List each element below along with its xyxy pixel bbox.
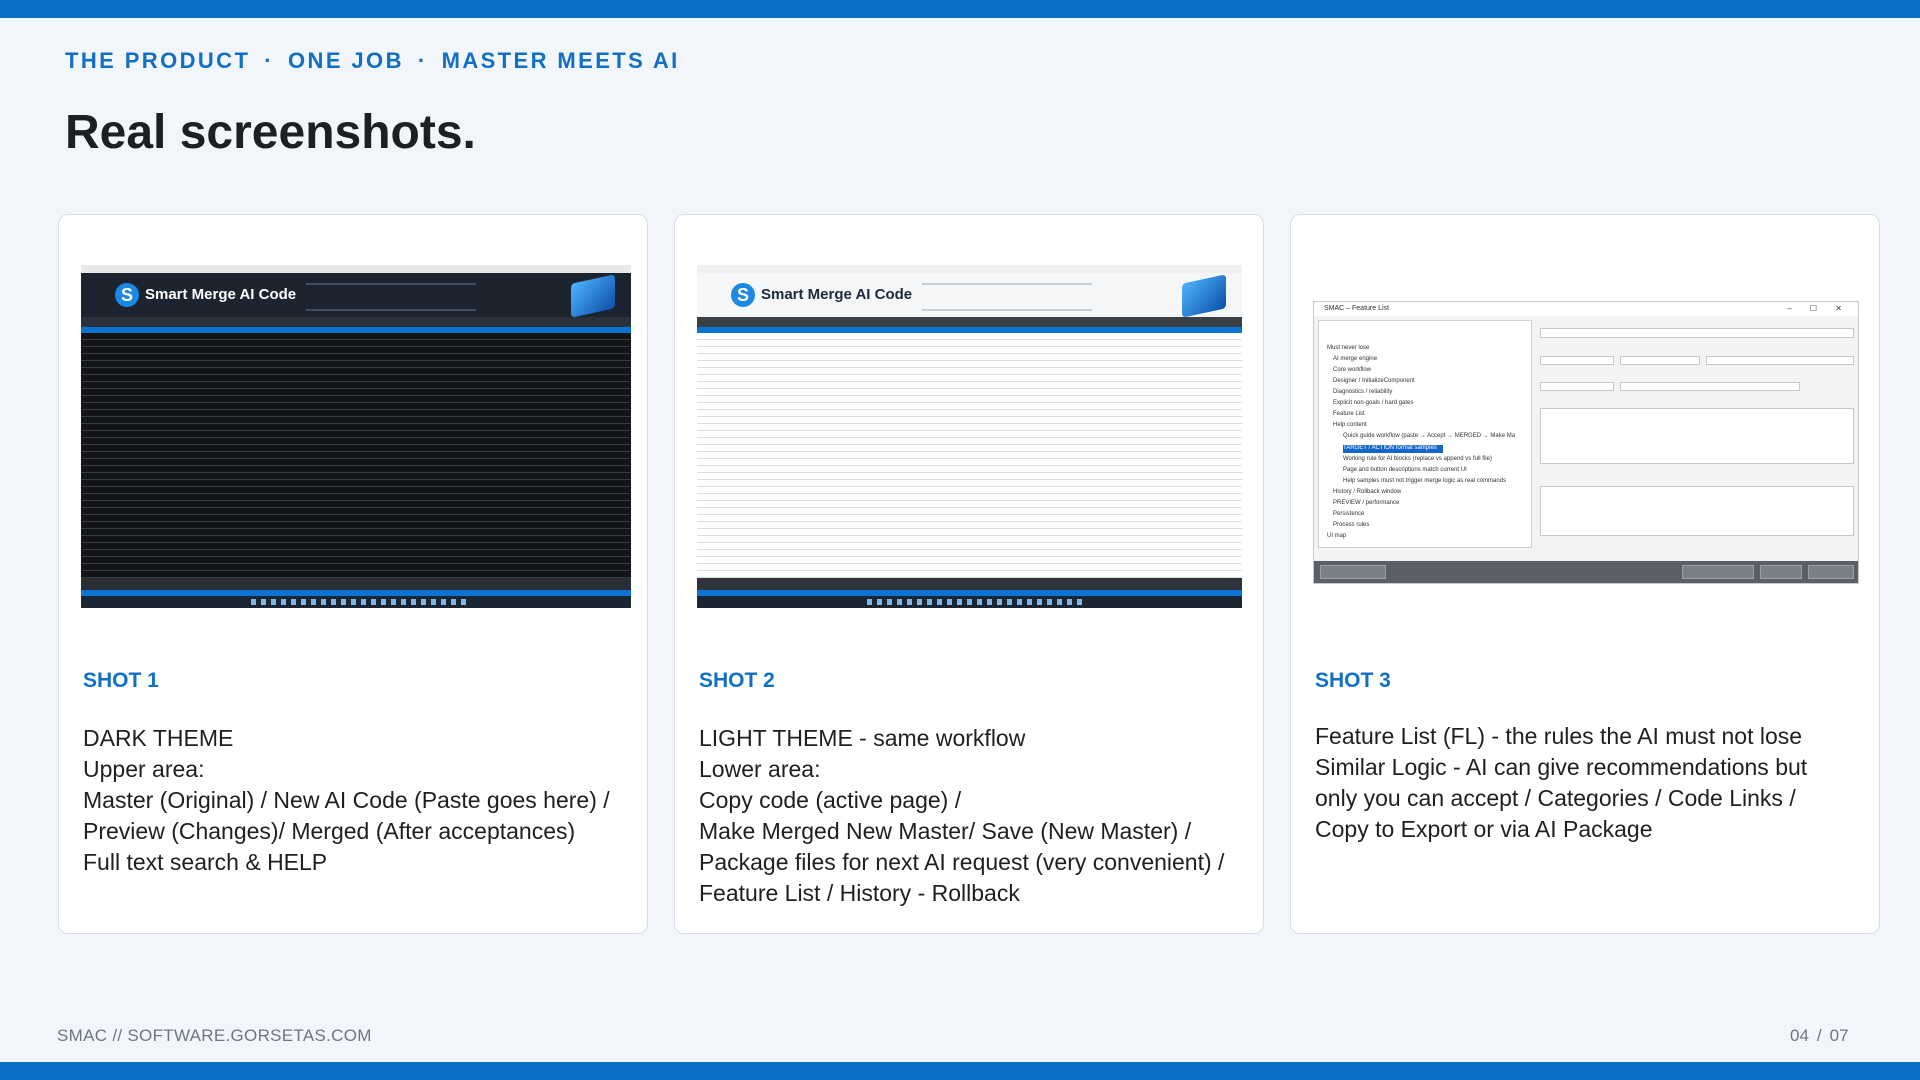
taskbar-icons xyxy=(867,599,1087,605)
taskbar-icons xyxy=(251,599,471,605)
shot-description: Feature List (FL) - the rules the AI mus… xyxy=(1315,721,1865,845)
tree-item: History / Rollback window xyxy=(1333,489,1402,495)
shot-card-3: SMAC – Feature List – ☐ ✕ Must never los… xyxy=(1290,214,1880,934)
tree-item: Process rules xyxy=(1333,522,1370,528)
app-name: Smart Merge AI Code xyxy=(145,286,297,303)
bottom-toolbar xyxy=(697,578,1242,590)
tree-item: Core workflow xyxy=(1333,367,1372,373)
description-line: Package files for next AI request (very … xyxy=(699,849,1225,875)
tree-item: Explicit non-goals / hard gates xyxy=(1333,400,1414,406)
logo-icon: S xyxy=(731,283,755,307)
code-editor xyxy=(697,333,1242,578)
tree-item: Help samples must not trigger merge logi… xyxy=(1343,478,1507,484)
window-titlebar xyxy=(697,265,1242,273)
logo-icon: S xyxy=(115,283,139,307)
page-tabs-row xyxy=(697,317,1242,327)
shot-card-1: S Smart Merge AI Code SHOT 1 DARK THEME … xyxy=(58,214,648,934)
description-line: Copy code (active page) / xyxy=(699,787,962,813)
os-taskbar xyxy=(81,596,631,608)
copy-button xyxy=(1320,565,1386,579)
page-title: Real screenshots. xyxy=(65,106,476,159)
shot-card-2: S Smart Merge AI Code SHOT 2 LIGHT THEME… xyxy=(674,214,1264,934)
description-line: Feature List / History - Rollback xyxy=(699,880,1020,906)
tree-item: Persistence xyxy=(1333,511,1365,517)
tree-item: Feature List xyxy=(1333,411,1365,417)
description-line: Upper area: xyxy=(83,756,205,782)
kicker-master-meets-ai: MASTER MEETS AI xyxy=(441,48,680,73)
os-taskbar xyxy=(697,596,1242,608)
banner-info-text xyxy=(922,283,1092,311)
bottom-accent-bar xyxy=(0,1062,1920,1080)
tree-item: Must never lose xyxy=(1327,345,1370,351)
tree-item: Page and button descriptions match curre… xyxy=(1343,467,1467,473)
app-banner: S Smart Merge AI Code xyxy=(81,273,631,318)
description-line: DARK THEME xyxy=(83,725,234,751)
close-button xyxy=(1808,565,1854,579)
screenshot-feature-list: SMAC – Feature List – ☐ ✕ Must never los… xyxy=(1313,301,1859,584)
dialog-button-bar xyxy=(1314,561,1858,583)
feature-tree: Must never lose AI merge engine Core wor… xyxy=(1318,320,1532,548)
description-line: only you can accept / Categories / Code … xyxy=(1315,785,1796,811)
gate-select xyxy=(1620,356,1700,365)
kicker-product: THE PRODUCT xyxy=(65,48,251,73)
tree-item: Working rule for AI blocks (replace vs a… xyxy=(1343,456,1492,462)
links-field xyxy=(1540,486,1854,536)
description-line: Preview (Changes)/ Merged (After accepta… xyxy=(83,818,576,844)
category-select xyxy=(1620,382,1800,391)
bucket-select xyxy=(1706,356,1854,365)
shot-description: LIGHT THEME - same workflow Lower area: … xyxy=(699,723,1249,909)
window-buttons-icon: – ☐ ✕ xyxy=(1787,304,1850,313)
shot-label: SHOT 3 xyxy=(1315,669,1391,692)
dialog-titlebar: SMAC – Feature List – ☐ ✕ xyxy=(1314,302,1858,316)
banner-info-text xyxy=(306,283,476,311)
description-line: Make Merged New Master/ Save (New Master… xyxy=(699,818,1192,844)
status-select xyxy=(1540,382,1614,391)
kicker-separator: · xyxy=(417,48,428,73)
bottom-toolbar xyxy=(81,578,631,590)
top-accent-bar xyxy=(0,0,1920,18)
kind-select xyxy=(1540,356,1614,365)
description-line: Lower area: xyxy=(699,756,821,782)
screenshot-dark-theme: S Smart Merge AI Code xyxy=(81,265,631,608)
footer-brand: SMAC // SOFTWARE.GORSETAS.COM xyxy=(57,1026,372,1045)
ok-button xyxy=(1760,565,1802,579)
notes-field xyxy=(1540,408,1854,464)
description-line: LIGHT THEME - same workflow xyxy=(699,725,1026,751)
tree-item: Diagnostics / reliability xyxy=(1333,389,1393,395)
page-current: 04 xyxy=(1790,1026,1809,1045)
import-button xyxy=(1682,565,1754,579)
section-kicker: THE PRODUCT · ONE JOB · MASTER MEETS AI xyxy=(65,48,680,74)
screenshot-light-theme: S Smart Merge AI Code xyxy=(697,265,1242,608)
title-field xyxy=(1540,328,1854,338)
tree-item: Help content xyxy=(1333,422,1367,428)
window-titlebar xyxy=(81,265,631,273)
page-separator: / xyxy=(1816,1026,1822,1045)
description-line: Master (Original) / New AI Code (Paste g… xyxy=(83,787,610,813)
tree-item: PREVIEW / performance xyxy=(1333,500,1400,506)
description-line: Similar Logic - AI can give recommendati… xyxy=(1315,754,1808,780)
description-line: Full text search & HELP xyxy=(83,849,328,875)
page-tabs-row xyxy=(81,317,631,327)
app-banner: S Smart Merge AI Code xyxy=(697,273,1242,318)
tree-item: TARGET / ACTION format samples xyxy=(1343,445,1437,451)
shot-label: SHOT 2 xyxy=(699,669,775,692)
description-line: Copy to Export or via AI Package xyxy=(1315,816,1653,842)
tree-item: UI map xyxy=(1327,533,1347,539)
cube-logo-icon xyxy=(571,274,615,318)
kicker-separator: · xyxy=(264,48,275,73)
page-counter: 04 / 07 xyxy=(1790,1026,1849,1046)
code-editor xyxy=(81,333,631,578)
description-line: Feature List (FL) - the rules the AI mus… xyxy=(1315,723,1803,749)
kicker-one-job: ONE JOB xyxy=(288,48,404,73)
dialog-title: SMAC – Feature List xyxy=(1324,305,1389,312)
shot-label: SHOT 1 xyxy=(83,669,159,692)
tree-item: Quick guide workflow (paste → Accept → M… xyxy=(1343,433,1516,439)
shot-description: DARK THEME Upper area: Master (Original)… xyxy=(83,723,633,878)
app-name: Smart Merge AI Code xyxy=(761,286,913,303)
cube-logo-icon xyxy=(1182,274,1226,318)
page-total: 07 xyxy=(1829,1026,1849,1045)
tree-item: Designer / InitializeComponent xyxy=(1333,378,1415,384)
tree-item: AI merge engine xyxy=(1333,356,1378,362)
